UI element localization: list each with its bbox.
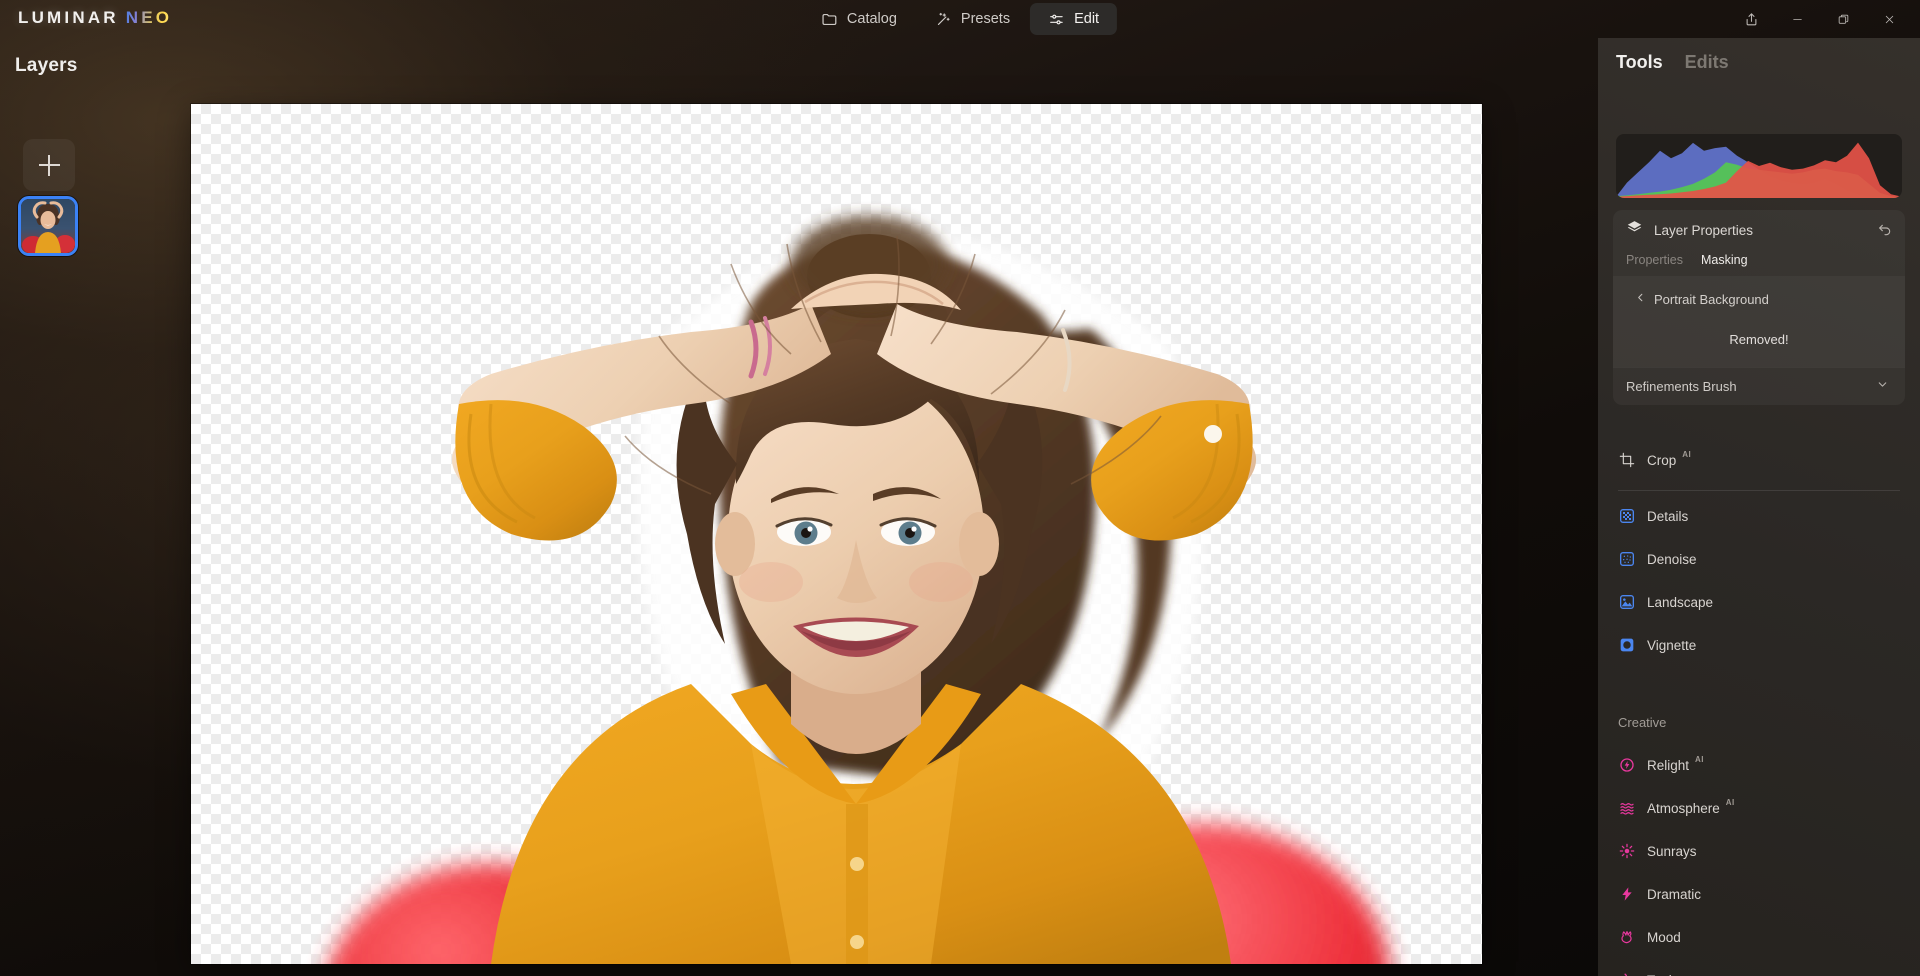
mask-status: Removed! <box>1729 332 1789 347</box>
maximize-icon[interactable] <box>1820 0 1866 38</box>
share-icon[interactable] <box>1728 0 1774 38</box>
tool-sunrays-label: Sunrays <box>1647 843 1697 859</box>
folder-icon <box>821 11 838 28</box>
relight-icon <box>1618 757 1635 774</box>
sparkle-wand-icon <box>935 11 952 28</box>
rgb-histogram <box>1616 134 1902 198</box>
chevron-down-icon <box>1876 378 1889 396</box>
layer-thumbnail-image <box>21 199 75 253</box>
tools-panel: Tools Edits Layer Properties Properties … <box>1598 38 1920 976</box>
page-title: Layers <box>15 55 78 76</box>
tool-mood[interactable]: Mood <box>1613 922 1905 952</box>
close-icon[interactable] <box>1866 0 1912 38</box>
vignette-icon <box>1618 637 1635 654</box>
tool-toning-label: Toning <box>1647 973 1687 976</box>
reset-arrow-icon[interactable] <box>1877 222 1893 238</box>
tab-tools[interactable]: Tools <box>1616 52 1663 73</box>
nav-catalog-label: Catalog <box>846 11 897 27</box>
mood-icon <box>1618 929 1635 946</box>
tab-properties[interactable]: Properties <box>1626 253 1683 267</box>
layer-thumbnail[interactable] <box>18 196 78 256</box>
sunrays-icon <box>1618 843 1635 860</box>
refinements-brush-row[interactable]: Refinements Brush <box>1613 367 1905 405</box>
layers-panel: Layers <box>0 38 190 976</box>
layer-properties-header[interactable]: Layer Properties <box>1613 210 1905 250</box>
tool-atmosphere[interactable]: Atmosphere AI <box>1613 793 1905 823</box>
tool-toning[interactable]: Toning <box>1613 965 1905 976</box>
thumbnail-art <box>21 199 75 253</box>
toning-icon <box>1618 972 1635 976</box>
tool-landscape[interactable]: Landscape <box>1613 587 1905 617</box>
dramatic-icon <box>1618 886 1635 903</box>
tool-landscape-label: Landscape <box>1647 594 1714 610</box>
layers-icon <box>1626 219 1643 241</box>
tool-relight-label: Relight <box>1647 757 1690 773</box>
histogram-chart <box>1616 142 1902 198</box>
denoise-icon <box>1618 551 1635 568</box>
tool-relight-badge: AI <box>1695 755 1704 764</box>
tool-atmosphere-label: Atmosphere <box>1647 800 1720 816</box>
tool-details-label: Details <box>1647 508 1689 524</box>
creative-section-heading: Creative <box>1618 715 1667 730</box>
add-layer-button[interactable] <box>23 139 75 191</box>
nav-edit[interactable]: Edit <box>1030 3 1118 35</box>
nav-edit-label: Edit <box>1074 11 1100 27</box>
layer-properties-title: Layer Properties <box>1654 222 1754 238</box>
chevron-left-icon <box>1635 290 1646 308</box>
tool-crop-badge: AI <box>1682 450 1692 459</box>
tool-details[interactable]: Details <box>1613 501 1905 531</box>
tool-dramatic[interactable]: Dramatic <box>1613 879 1905 909</box>
landscape-icon <box>1618 594 1635 611</box>
edited-photo <box>329 216 1390 964</box>
title-bar: LUMINAR NEO Catalog Presets Edit <box>0 0 1920 38</box>
tab-masking[interactable]: Masking <box>1701 253 1748 267</box>
tool-relight[interactable]: Relight AI <box>1613 750 1905 780</box>
tool-denoise-label: Denoise <box>1647 551 1697 567</box>
tool-vignette[interactable]: Vignette <box>1613 630 1905 660</box>
layer-properties-card: Layer Properties Properties Masking Port… <box>1613 210 1905 405</box>
tab-edits[interactable]: Edits <box>1685 52 1729 73</box>
tools-edits-tabs: Tools Edits <box>1616 52 1729 73</box>
nav-presets[interactable]: Presets <box>917 3 1028 35</box>
tool-atmosphere-badge: AI <box>1725 798 1735 807</box>
atmosphere-icon <box>1618 800 1635 817</box>
image-canvas[interactable] <box>191 104 1482 964</box>
tool-sunrays[interactable]: Sunrays <box>1613 836 1905 866</box>
tool-mood-label: Mood <box>1647 929 1681 945</box>
tool-denoise[interactable]: Denoise <box>1613 544 1905 574</box>
back-label: Portrait Background <box>1654 291 1769 307</box>
mask-section: Portrait Background Removed! <box>1613 276 1905 367</box>
logo-luminar: LUMINAR <box>18 8 119 27</box>
tool-vignette-label: Vignette <box>1647 637 1697 653</box>
nav-presets-label: Presets <box>960 11 1011 27</box>
window-controls <box>1728 0 1912 38</box>
logo-neo: NEO <box>125 8 173 27</box>
properties-masking-tabs: Properties Masking <box>1613 250 1905 276</box>
details-icon <box>1618 508 1635 525</box>
nav-catalog[interactable]: Catalog <box>803 3 915 35</box>
back-to-portrait-background[interactable]: Portrait Background <box>1613 290 1905 308</box>
luminar-neo-window: LUMINAR NEO Catalog Presets Edit Layers … <box>0 0 1920 976</box>
tool-dramatic-label: Dramatic <box>1647 886 1702 902</box>
tool-crop[interactable]: Crop AI <box>1613 445 1905 475</box>
app-logo: LUMINAR NEO <box>18 8 172 28</box>
crop-icon <box>1618 452 1635 469</box>
tool-crop-label: Crop <box>1647 452 1677 468</box>
refinements-brush-label: Refinements Brush <box>1626 379 1737 394</box>
sliders-icon <box>1048 11 1065 28</box>
tools-divider <box>1618 490 1900 491</box>
top-navigation: Catalog Presets Edit <box>803 3 1118 35</box>
plus-icon <box>38 154 60 176</box>
minimize-icon[interactable] <box>1774 0 1820 38</box>
